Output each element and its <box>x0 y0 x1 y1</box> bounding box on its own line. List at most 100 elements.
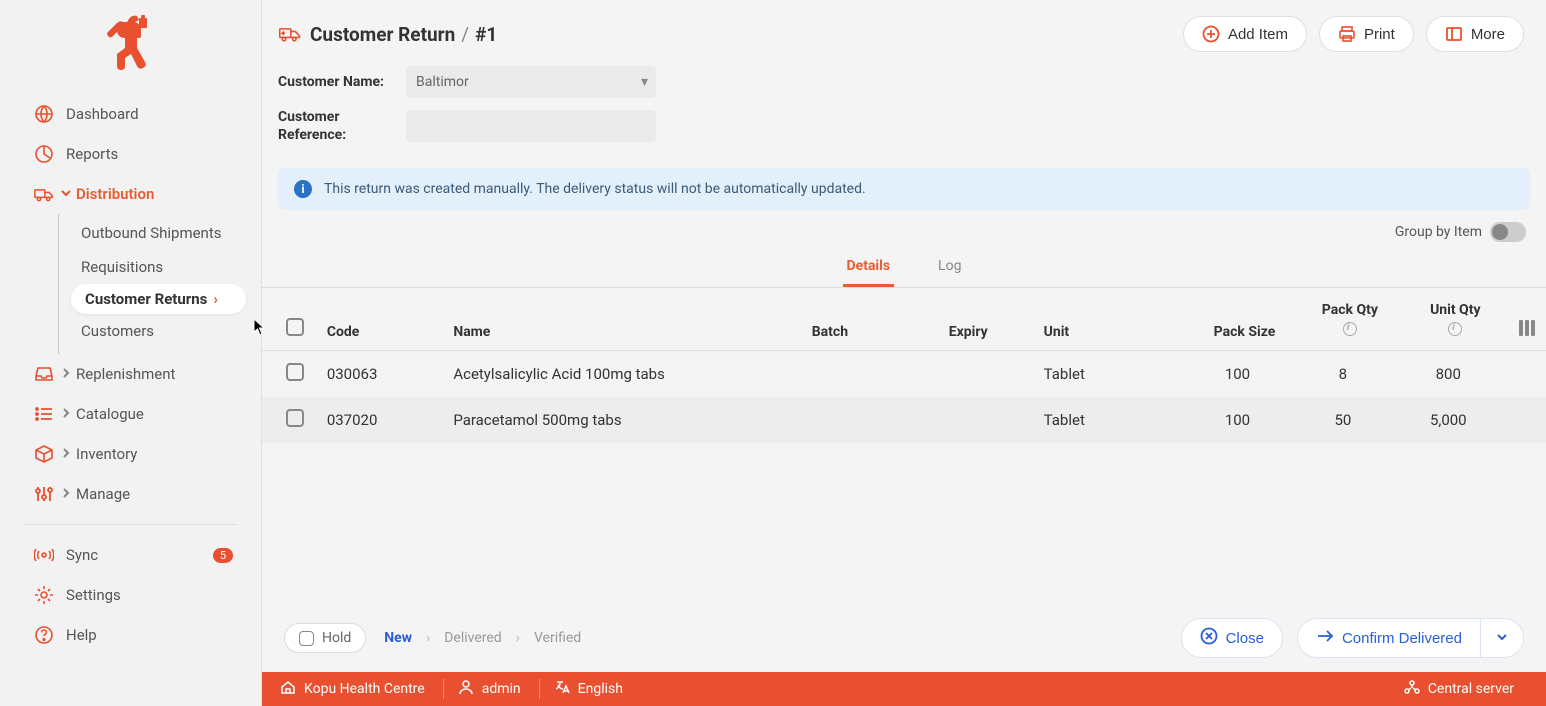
info-icon <box>1343 322 1357 336</box>
facility-indicator[interactable]: Kopu Health Centre <box>280 679 444 699</box>
gear-icon <box>34 585 54 605</box>
language-indicator[interactable]: English <box>554 679 641 699</box>
status-flow: New › Delivered › Verified <box>384 630 581 646</box>
language-icon <box>554 679 570 699</box>
user-indicator[interactable]: admin <box>458 679 540 699</box>
col-code[interactable]: Code <box>317 288 444 351</box>
group-by-item-toggle[interactable] <box>1490 222 1526 242</box>
nav-settings[interactable]: Settings <box>0 575 261 615</box>
close-button[interactable]: Close <box>1181 618 1283 658</box>
footer-bar: Hold New › Delivered › Verified Close Co… <box>262 604 1546 672</box>
globe-icon <box>34 104 54 124</box>
customer-ref-input[interactable] <box>406 110 656 142</box>
select-all-checkbox[interactable] <box>286 318 304 336</box>
nav-help[interactable]: Help <box>0 615 261 655</box>
col-expiry[interactable]: Expiry <box>939 288 1034 351</box>
nav-catalogue[interactable]: Catalogue <box>0 394 261 434</box>
nav-replenishment[interactable]: Replenishment <box>0 354 261 394</box>
customer-name-select[interactable]: Baltimor ▾ <box>406 66 656 98</box>
main: Customer Return / #1 Add Item Print More <box>262 0 1546 706</box>
cell-name: Paracetamol 500mg tabs <box>443 397 801 443</box>
record-id: #1 <box>475 23 497 46</box>
row-checkbox[interactable] <box>286 363 304 381</box>
table-row[interactable]: 037020 Paracetamol 500mg tabs Tablet 100… <box>262 397 1546 443</box>
chevron-right-icon: › <box>426 630 430 646</box>
nav-label: Reports <box>66 145 118 163</box>
columns-icon <box>1519 320 1535 336</box>
panel-icon <box>1445 25 1463 43</box>
title-separator: / <box>461 23 469 46</box>
chevron-right-icon <box>60 445 74 463</box>
button-label: Print <box>1364 26 1395 43</box>
confirm-split-button[interactable] <box>1480 618 1524 658</box>
nav-requisitions[interactable]: Requisitions <box>59 250 261 284</box>
customer-name-value: Baltimor <box>416 74 469 90</box>
cell-name: Acetylsalicylic Acid 100mg tabs <box>443 351 801 398</box>
cell-expiry <box>939 397 1034 443</box>
nav-label: Help <box>66 626 97 644</box>
chevron-right-icon <box>60 485 74 503</box>
nav: Dashboard Reports Distribution Outbound … <box>0 90 261 706</box>
cell-unit: Tablet <box>1034 351 1192 398</box>
chevron-right-icon: › <box>213 290 218 308</box>
col-pack-qty[interactable]: Pack Qty <box>1297 288 1402 351</box>
nav-outbound-shipments[interactable]: Outbound Shipments <box>59 216 261 250</box>
col-unit[interactable]: Unit <box>1034 288 1192 351</box>
nav-sync[interactable]: Sync 5 <box>0 535 261 575</box>
nav-label: Settings <box>66 586 121 604</box>
column-settings-button[interactable] <box>1508 288 1546 351</box>
info-icon <box>1448 322 1462 336</box>
close-circle-icon <box>1200 627 1218 649</box>
broadcast-icon <box>34 545 54 565</box>
form-area: Customer Name: Baltimor ▾ Customer Refer… <box>262 60 1546 162</box>
plus-circle-icon <box>1202 25 1220 43</box>
sync-badge: 5 <box>213 548 233 563</box>
truck-icon <box>34 184 54 204</box>
row-checkbox[interactable] <box>286 409 304 427</box>
nav-reports[interactable]: Reports <box>0 134 261 174</box>
nav-dashboard[interactable]: Dashboard <box>0 94 261 134</box>
nav-customer-returns[interactable]: Customer Returns › <box>71 284 246 314</box>
banner-text: This return was created manually. The de… <box>324 181 866 197</box>
button-label: Add Item <box>1228 26 1288 43</box>
nav-label: Replenishment <box>76 365 175 383</box>
col-unit-qty[interactable]: Unit Qty <box>1403 288 1508 351</box>
help-icon <box>34 625 54 645</box>
more-button[interactable]: More <box>1426 16 1524 52</box>
chevron-right-icon: › <box>516 630 520 646</box>
nav-label: Dashboard <box>66 105 139 123</box>
status-verified: Verified <box>534 630 581 646</box>
list-icon <box>34 404 54 424</box>
home-icon <box>280 679 296 699</box>
confirm-delivered-button[interactable]: Confirm Delivered <box>1297 618 1480 658</box>
hold-checkbox[interactable] <box>299 631 314 646</box>
chevron-right-icon <box>60 365 74 383</box>
button-label: Confirm Delivered <box>1342 630 1462 647</box>
col-name[interactable]: Name <box>443 288 801 351</box>
table-header-row: Code Name Batch Expiry Unit Pack Size Pa… <box>262 288 1546 351</box>
cell-expiry <box>939 351 1034 398</box>
group-by-item-label: Group by Item <box>1395 224 1482 240</box>
mouse-cursor <box>253 318 267 336</box>
cell-unit-qty: 5,000 <box>1403 397 1508 443</box>
button-label: Close <box>1226 630 1264 647</box>
col-batch[interactable]: Batch <box>802 288 939 351</box>
table-row[interactable]: 030063 Acetylsalicylic Acid 100mg tabs T… <box>262 351 1546 398</box>
print-button[interactable]: Print <box>1319 16 1414 52</box>
chevron-down-icon <box>1495 630 1509 647</box>
nav-inventory[interactable]: Inventory <box>0 434 261 474</box>
tab-log[interactable]: Log <box>934 250 965 287</box>
col-pack-size[interactable]: Pack Size <box>1192 288 1297 351</box>
sidebar: Dashboard Reports Distribution Outbound … <box>0 0 262 706</box>
add-item-button[interactable]: Add Item <box>1183 16 1307 52</box>
server-indicator[interactable]: Central server <box>1404 679 1514 699</box>
nav-customers[interactable]: Customers <box>59 314 261 348</box>
cell-code: 030063 <box>317 351 444 398</box>
tab-details[interactable]: Details <box>843 250 895 287</box>
nav-distribution[interactable]: Distribution <box>0 174 261 214</box>
hold-toggle[interactable]: Hold <box>284 623 366 653</box>
server-name: Central server <box>1428 681 1514 697</box>
nav-manage[interactable]: Manage <box>0 474 261 514</box>
button-label: More <box>1471 26 1505 43</box>
cell-unit-qty: 800 <box>1403 351 1508 398</box>
